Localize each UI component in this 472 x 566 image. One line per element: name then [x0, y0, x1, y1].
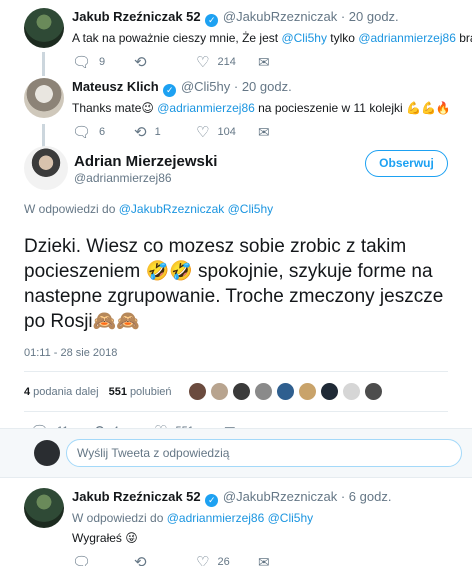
mention-link[interactable]: @Cli5hy — [281, 31, 327, 45]
likes-count[interactable]: 551 — [109, 386, 127, 398]
dm-button[interactable]: ✉ — [258, 554, 320, 566]
mention-link[interactable]: @Cli5hy — [268, 511, 314, 525]
dm-button[interactable]: ✉ — [258, 124, 320, 141]
rofl-emoji: 🤣🤣 — [145, 261, 193, 282]
tweet-time[interactable]: · 6 godz. — [341, 489, 392, 504]
reply-button[interactable]: 🗨 9 — [72, 53, 134, 71]
like-count: 26 — [217, 556, 230, 566]
mention-link[interactable]: @Cli5hy — [228, 202, 274, 216]
mention-link[interactable]: @adrianmierzej86 — [358, 31, 456, 45]
follow-button[interactable]: Obserwuj — [365, 150, 448, 177]
liker-avatar[interactable] — [363, 382, 383, 401]
author-handle[interactable]: @JakubRzezniczak — [223, 489, 337, 504]
reply-icon: 🗨 — [72, 124, 92, 141]
retweet-count: 1 — [154, 126, 161, 138]
envelope-icon: ✉ — [258, 123, 270, 140]
heart-icon: ♡ — [196, 554, 210, 566]
tweet-actions: 🗨 ⟲ ♡ 26 ✉ — [72, 547, 462, 566]
reply-count: 9 — [99, 56, 106, 68]
tweet-timestamp[interactable]: 01:11 - 28 sie 2018 — [24, 347, 448, 359]
like-count: 214 — [217, 56, 236, 68]
liker-avatar[interactable] — [319, 382, 339, 401]
heart-icon: ♡ — [196, 124, 210, 141]
liker-avatar[interactable] — [231, 382, 251, 401]
author-name[interactable]: Jakub Rzeźniczak 52 — [72, 489, 201, 504]
author-name[interactable]: Jakub Rzeźniczak 52 — [72, 9, 201, 24]
main-tweet[interactable]: Adrian Mierzejewski @adrianmierzej86 Obs… — [0, 140, 472, 450]
mention-link[interactable]: @JakubRzezniczak — [119, 202, 225, 216]
text-segment: brak — [459, 31, 472, 45]
verified-badge-icon: ✓ — [205, 14, 219, 27]
avatar[interactable] — [24, 146, 68, 190]
tweet-text: Thanks mate😉 @adrianmierzej86 na pociesz… — [72, 100, 462, 117]
envelope-icon: ✉ — [258, 53, 270, 70]
reply-composer: Wyślij Tweeta z odpowiedzią — [0, 428, 472, 478]
retweet-icon: ⟲ — [134, 54, 147, 71]
text-segment: A tak na poważnie cieszy mnie, Że jest — [72, 31, 282, 45]
avatar[interactable] — [24, 8, 64, 48]
tweet-reply-jakub[interactable]: Jakub Rzeźniczak 52 ✓ @JakubRzezniczak ·… — [0, 482, 472, 566]
text-segment: Thanks mate — [72, 101, 142, 115]
wink-emoji: 😉 — [141, 101, 154, 115]
tweet-text: A tak na poważnie cieszy mnie, Że jest @… — [72, 30, 472, 47]
tweet-text: Wygrałeś 😜 — [72, 530, 462, 547]
reply-icon: 🗨 — [72, 554, 92, 566]
like-count: 104 — [217, 126, 236, 138]
like-button[interactable]: ♡ 214 — [196, 53, 258, 71]
avatar[interactable] — [24, 78, 64, 118]
text-segment: tylko — [326, 31, 359, 45]
flex-fire-emoji: 💪💪🔥 — [406, 101, 451, 115]
liker-avatar[interactable] — [275, 382, 295, 401]
avatar[interactable] — [24, 488, 64, 528]
envelope-icon: ✉ — [258, 553, 270, 566]
tweet-text: Dzieki. Wiesz co mozesz sobie zrobic z t… — [24, 234, 448, 334]
text-segment: Wygrałeś — [72, 531, 126, 545]
retweet-button[interactable]: ⟲ 1 — [134, 123, 196, 141]
reply-context: W odpowiedzi do @JakubRzezniczak @Cli5hy — [24, 202, 448, 216]
mention-link[interactable]: @adrianmierzej86 — [167, 511, 265, 525]
main-tweet-header: Adrian Mierzejewski @adrianmierzej86 Obs… — [24, 146, 448, 194]
retweet-button[interactable]: ⟲ — [134, 53, 196, 71]
retweets-count[interactable]: 4 — [24, 386, 30, 398]
author-handle[interactable]: @Cli5hy — [181, 79, 230, 94]
like-button[interactable]: ♡ 104 — [196, 123, 258, 141]
reply-button[interactable]: 🗨 6 — [72, 123, 134, 141]
liker-avatar[interactable] — [187, 382, 207, 401]
tongue-emoji: 😜 — [125, 531, 138, 545]
verified-badge-icon: ✓ — [205, 494, 219, 507]
liker-avatar[interactable] — [341, 382, 361, 401]
tweet-klich[interactable]: Mateusz Klich ✓ @Cli5hy · 20 godz. Thank… — [0, 70, 472, 141]
tweet-time[interactable]: · 20 godz. — [341, 9, 399, 24]
dm-button[interactable]: ✉ — [258, 54, 320, 71]
author-name[interactable]: Mateusz Klich — [72, 79, 159, 94]
reply-icon: 🗨 — [72, 54, 92, 71]
reply-input[interactable]: Wyślij Tweeta z odpowiedzią — [66, 439, 462, 467]
retweet-icon: ⟲ — [134, 554, 147, 566]
like-button[interactable]: ♡ 26 — [196, 553, 258, 566]
verified-badge-icon: ✓ — [163, 84, 177, 97]
liker-avatar[interactable] — [209, 382, 229, 401]
reply-prefix: W odpowiedzi do — [72, 511, 167, 525]
retweets-label[interactable]: podania dalej — [33, 386, 98, 398]
text-segment: na pocieszenie w 11 kolejki — [254, 101, 406, 115]
tweet-time[interactable]: · 20 godz. — [234, 79, 292, 94]
heart-icon: ♡ — [196, 54, 210, 71]
reply-context: W odpowiedzi do @adrianmierzej86 @Cli5hy — [72, 510, 462, 527]
see-no-evil-emoji: 🙈🙈 — [92, 311, 140, 332]
liker-avatar[interactable] — [253, 382, 273, 401]
reply-prefix: W odpowiedzi do — [24, 202, 119, 216]
reply-button[interactable]: 🗨 — [72, 553, 134, 566]
tweet-jakub[interactable]: Jakub Rzeźniczak 52 ✓ @JakubRzezniczak ·… — [0, 0, 472, 71]
liker-avatar[interactable] — [297, 382, 317, 401]
retweet-icon: ⟲ — [134, 124, 147, 141]
my-avatar[interactable] — [34, 440, 60, 466]
likers-avatars — [187, 382, 386, 401]
reply-count: 6 — [99, 126, 106, 138]
mention-link[interactable]: @adrianmierzej86 — [157, 101, 255, 115]
retweet-button[interactable]: ⟲ — [134, 553, 196, 566]
author-handle[interactable]: @JakubRzezniczak — [223, 9, 337, 24]
engagement-stats: 4 podania dalej 551 polubień — [24, 372, 448, 411]
likes-label[interactable]: polubień — [130, 386, 172, 398]
